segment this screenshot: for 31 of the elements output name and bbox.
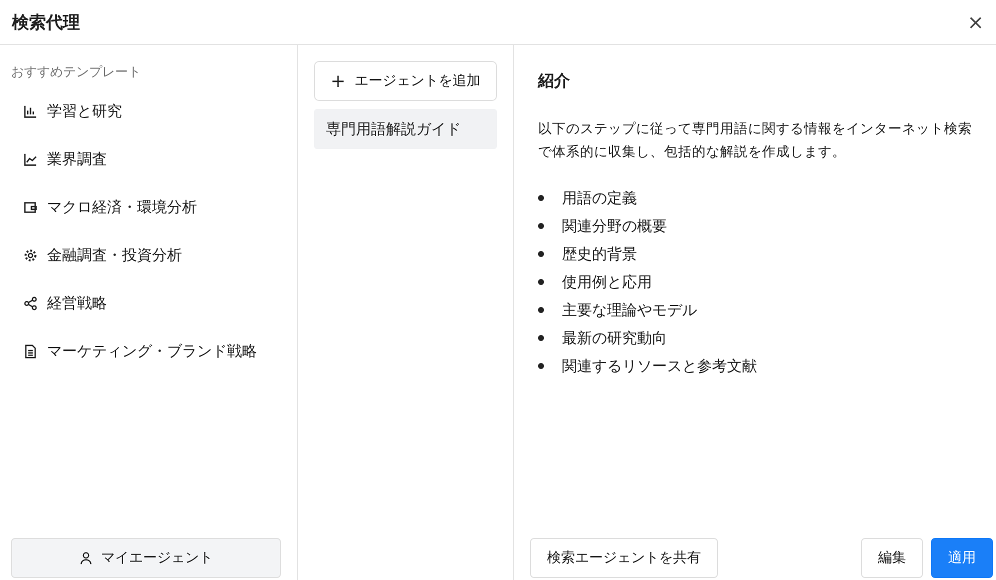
gear-icon [23,248,38,262]
agent-item[interactable]: 専門用語解説ガイド [314,109,497,149]
template-item[interactable]: 学習と研究 [47,102,122,120]
description: 以下のステップに従って専門用語に関する情報をインターネット検索で体系的に収集し、包括的な解説を作成します。 [538,120,973,162]
list-item: 使用例と応用 [562,272,652,292]
list-item: 関連するリソースと参考文献 [562,356,757,376]
line-chart-icon [23,152,38,166]
my-agents-button[interactable]: マイエージェント [11,538,281,578]
template-item[interactable]: 業界調査 [47,150,107,168]
template-item[interactable]: マクロ経済・環境分析 [47,198,197,216]
edit-button[interactable]: 編集 [861,538,923,578]
document-icon [23,344,38,358]
list-item: 関連分野の概要 [562,216,667,236]
bar-chart-icon [23,104,38,118]
list-item: 歴史的背景 [562,244,637,264]
wallet-icon [23,200,38,214]
share-icon [23,296,38,310]
add-agent-button[interactable]: + エージェントを追加 [314,61,497,101]
list-item: 最新の研究動向 [562,328,667,348]
template-item[interactable]: 金融調査・投資分析 [47,246,182,264]
person-icon [79,551,93,565]
window-title: 検索代理 [12,12,80,34]
section-heading: おすすめテンプレート [11,64,142,81]
section-title: 紹介 [538,71,571,92]
template-item[interactable]: 経営戦略 [47,294,107,312]
close-button[interactable]: × [965,10,986,34]
list-item: 主要な理論やモデル [562,300,697,320]
share-button[interactable]: 検索エージェントを共有 [530,538,718,578]
list-item: 用語の定義 [562,188,637,208]
template-item[interactable]: マーケティング・ブランド戦略 [47,342,257,360]
apply-button[interactable]: 適用 [931,538,993,578]
